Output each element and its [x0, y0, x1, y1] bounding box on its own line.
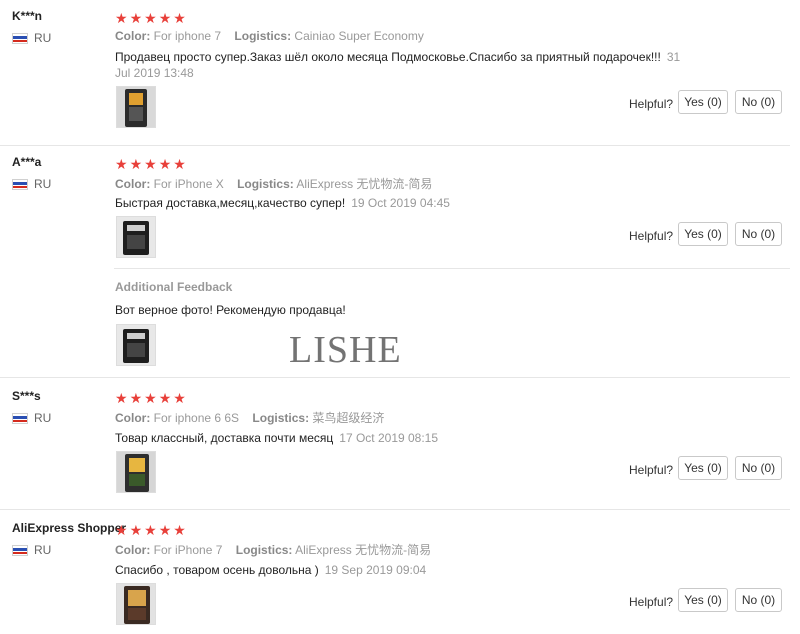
helpful-yes-button[interactable]: Yes (0)	[678, 456, 728, 480]
helpful-no-button[interactable]: No (0)	[735, 90, 782, 114]
reviewer-name: S***s	[12, 389, 41, 403]
star-rating: ★ ★ ★ ★ ★	[115, 157, 186, 171]
review-body: Товар классный, доставка почти месяц	[115, 431, 334, 445]
review-divider	[0, 377, 790, 378]
helpful-no-button[interactable]: No (0)	[735, 456, 782, 480]
review-date: 19 Oct 2019 04:45	[351, 196, 450, 210]
review-text: Товар классный, доставка почти месяц 17 O…	[115, 430, 695, 446]
watermark-logo: LISHE	[289, 329, 402, 371]
helpful-label: Helpful?	[629, 595, 674, 609]
review-photo[interactable]	[116, 583, 156, 625]
country-code: RU	[34, 177, 52, 191]
logistics-value: Cainiao Super Economy	[294, 29, 424, 43]
logistics-value: AliExpress 无忧物流-简易	[295, 543, 432, 557]
reviewer-country: RU	[12, 177, 51, 191]
star-icon: ★	[129, 390, 143, 406]
star-rating: ★ ★ ★ ★ ★	[115, 391, 186, 405]
review-date: 19 Sep 2019 09:04	[324, 563, 427, 577]
helpful-label: Helpful?	[629, 463, 674, 477]
star-icon: ★	[173, 156, 186, 172]
logistics-label: Logistics:	[235, 543, 293, 557]
logistics-label: Logistics:	[252, 411, 310, 425]
russia-flag-icon	[12, 412, 28, 424]
color-value: For iPhone X	[153, 177, 224, 191]
reviewer-name: AliExpress Shopper	[12, 521, 127, 535]
logistics-value: AliExpress 无忧物流-简易	[296, 177, 433, 191]
color-label: Color:	[115, 543, 151, 557]
review-text: Продавец просто супер.Заказ шёл около ме…	[115, 49, 695, 81]
country-code: RU	[34, 411, 52, 425]
star-icon: ★	[144, 156, 157, 172]
helpful-yes-button[interactable]: Yes (0)	[678, 588, 728, 612]
review-photo[interactable]	[116, 216, 156, 258]
helpful-yes-button[interactable]: Yes (0)	[678, 90, 728, 114]
star-rating: ★ ★ ★ ★ ★	[115, 11, 186, 25]
additional-feedback-title: Additional Feedback	[115, 280, 233, 294]
star-icon: ★	[158, 156, 172, 172]
star-icon: ★	[144, 522, 157, 538]
star-icon: ★	[173, 522, 186, 538]
additional-review-photo[interactable]	[116, 324, 156, 366]
helpful-no-button[interactable]: No (0)	[735, 588, 782, 612]
star-icon: ★	[158, 522, 172, 538]
additional-feedback-text: Вот верное фото! Рекомендую продавца!	[115, 303, 346, 317]
order-info: Color: For iPhone 7 Logistics: AliExpres…	[115, 541, 441, 558]
review-date: 17 Oct 2019 08:15	[339, 431, 439, 445]
star-icon: ★	[129, 10, 143, 26]
review-divider	[0, 145, 790, 146]
russia-flag-icon	[12, 544, 28, 556]
star-icon: ★	[173, 10, 186, 26]
reviewer-name: A***a	[12, 155, 42, 169]
star-icon: ★	[158, 390, 172, 406]
star-icon: ★	[115, 156, 128, 172]
review-body: Быстрая доставка,месяц,качество супер!	[115, 196, 346, 210]
star-rating: ★ ★ ★ ★ ★	[115, 523, 186, 537]
additional-divider	[114, 268, 790, 269]
reviewer-name: K***n	[12, 9, 43, 23]
helpful-label: Helpful?	[629, 97, 674, 111]
reviewer-country: RU	[12, 543, 51, 557]
review-divider	[0, 509, 790, 510]
star-icon: ★	[115, 522, 128, 538]
color-value: For iphone 6 6S	[153, 411, 240, 425]
order-info: Color: For iphone 6 6S Logistics: 菜鸟超级经济	[115, 409, 394, 426]
logistics-label: Logistics:	[234, 29, 292, 43]
star-icon: ★	[144, 10, 157, 26]
star-icon: ★	[129, 522, 143, 538]
country-code: RU	[34, 31, 52, 45]
star-icon: ★	[144, 390, 157, 406]
reviewer-country: RU	[12, 411, 51, 425]
reviewer-country: RU	[12, 31, 51, 45]
order-info: Color: For iPhone X Logistics: AliExpres…	[115, 175, 442, 192]
star-icon: ★	[158, 10, 172, 26]
review-body: Спасибо , товаром осень довольна )	[115, 563, 319, 577]
review-photo[interactable]	[116, 451, 156, 493]
star-icon: ★	[115, 10, 128, 26]
color-label: Color:	[115, 29, 151, 43]
color-label: Color:	[115, 177, 151, 191]
review-body: Продавец просто супер.Заказ шёл около ме…	[115, 50, 661, 64]
star-icon: ★	[173, 390, 186, 406]
helpful-label: Helpful?	[629, 229, 674, 243]
helpful-yes-button[interactable]: Yes (0)	[678, 222, 728, 246]
order-info: Color: For iphone 7 Logistics: Cainiao S…	[115, 29, 434, 43]
logistics-value: 菜鸟超级经济	[312, 411, 385, 425]
review-text: Быстрая доставка,месяц,качество супер! 19…	[115, 195, 695, 211]
star-icon: ★	[115, 390, 128, 406]
helpful-no-button[interactable]: No (0)	[735, 222, 782, 246]
color-value: For iphone 7	[153, 29, 222, 43]
russia-flag-icon	[12, 32, 28, 44]
star-icon: ★	[129, 156, 143, 172]
logistics-label: Logistics:	[237, 177, 294, 191]
russia-flag-icon	[12, 178, 28, 190]
color-value: For iPhone 7	[153, 543, 223, 557]
country-code: RU	[34, 543, 52, 557]
review-photo[interactable]	[116, 86, 156, 128]
review-text: Спасибо , товаром осень довольна ) 19 Sep…	[115, 562, 695, 578]
color-label: Color:	[115, 411, 151, 425]
